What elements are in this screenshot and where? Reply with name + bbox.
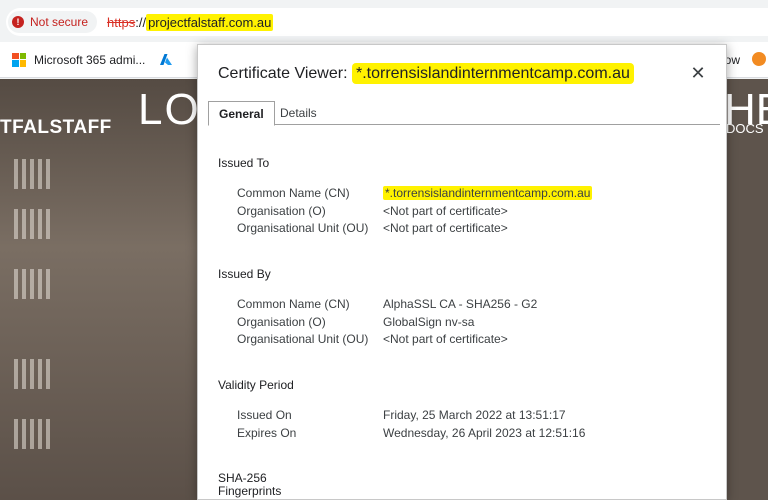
field-key: Issued On bbox=[237, 408, 292, 422]
certificate-viewer-dialog: Certificate Viewer: *.torrensislandinter… bbox=[197, 44, 727, 500]
url-scheme: https bbox=[107, 14, 136, 30]
issued-to-cn-row: Common Name (CN) *.torrensislandinternme… bbox=[237, 186, 707, 203]
omnibox[interactable]: ! Not secure https://projectfalstaff.com… bbox=[6, 8, 768, 36]
tab-general[interactable]: General bbox=[208, 101, 275, 126]
url-text[interactable]: https://projectfalstaff.com.au bbox=[107, 13, 274, 31]
azure-icon[interactable] bbox=[159, 53, 173, 67]
bookmark-label: Microsoft 365 admi... bbox=[34, 52, 146, 67]
microsoft-logo-icon bbox=[12, 52, 26, 67]
security-label: Not secure bbox=[30, 15, 89, 29]
ruins-image bbox=[14, 209, 54, 239]
site-title: LO bbox=[138, 85, 201, 134]
ruins-image bbox=[14, 419, 54, 449]
ruins-image bbox=[14, 159, 54, 189]
issued-by-heading: Issued By bbox=[218, 267, 271, 281]
favicon-icon[interactable] bbox=[752, 52, 766, 66]
issued-by-cn-row: Common Name (CN) AlphaSSL CA - SHA256 - … bbox=[237, 297, 707, 314]
dialog-title-cn: *.torrensislandinternmentcamp.com.au bbox=[351, 63, 634, 84]
field-value: <Not part of certificate> bbox=[383, 221, 508, 235]
dialog-title-prefix: Certificate Viewer: bbox=[218, 65, 352, 82]
fingerprints-heading-line2: Fingerprints bbox=[218, 484, 282, 498]
security-chip[interactable]: ! Not secure bbox=[8, 11, 98, 33]
expires-on-row: Expires On Wednesday, 26 April 2023 at 1… bbox=[237, 426, 707, 443]
address-bar: ! Not secure https://projectfalstaff.com… bbox=[0, 0, 768, 42]
issued-by-ou-row: Organisational Unit (OU) <Not part of ce… bbox=[237, 332, 707, 349]
field-key: Organisation (O) bbox=[237, 315, 326, 329]
field-value: Friday, 25 March 2022 at 13:51:17 bbox=[383, 408, 566, 422]
field-key: Organisation (O) bbox=[237, 204, 326, 218]
issued-to-ou-row: Organisational Unit (OU) <Not part of ce… bbox=[237, 221, 707, 238]
issued-by-o-row: Organisation (O) GlobalSign nv-sa bbox=[237, 315, 707, 332]
site-brand[interactable]: TFALSTAFF bbox=[0, 117, 112, 139]
field-value: AlphaSSL CA - SHA256 - G2 bbox=[383, 297, 538, 311]
field-key: Organisational Unit (OU) bbox=[237, 332, 369, 346]
field-value: Wednesday, 26 April 2023 at 12:51:16 bbox=[383, 426, 586, 440]
ruins-image bbox=[14, 269, 54, 299]
tab-strip: General Details bbox=[208, 101, 720, 126]
tab-details[interactable]: Details bbox=[270, 101, 327, 126]
dialog-title: Certificate Viewer: *.torrensislandinter… bbox=[218, 63, 634, 84]
warning-icon: ! bbox=[12, 16, 24, 28]
issued-on-row: Issued On Friday, 25 March 2022 at 13:51… bbox=[237, 408, 707, 425]
url-host: projectfalstaff.com.au bbox=[146, 13, 274, 31]
bookmark-microsoft-365[interactable]: Microsoft 365 admi... bbox=[12, 52, 146, 67]
ruins-image bbox=[14, 359, 54, 389]
field-value: <Not part of certificate> bbox=[383, 332, 508, 346]
url-separator: :// bbox=[135, 14, 147, 30]
issued-to-heading: Issued To bbox=[218, 156, 270, 170]
field-key: Expires On bbox=[237, 426, 297, 440]
field-key: Common Name (CN) bbox=[237, 186, 350, 200]
site-docs-link[interactable]: DOCS bbox=[726, 121, 764, 136]
field-value: *.torrensislandinternmentcamp.com.au bbox=[383, 186, 593, 200]
site-right-panel bbox=[726, 79, 768, 500]
close-icon[interactable]: ✕ bbox=[688, 63, 708, 83]
fingerprints-heading-line1: SHA-256 bbox=[218, 471, 267, 485]
issued-to-o-row: Organisation (O) <Not part of certificat… bbox=[237, 204, 707, 221]
field-key: Organisational Unit (OU) bbox=[237, 221, 369, 235]
field-key: Common Name (CN) bbox=[237, 297, 350, 311]
field-value: GlobalSign nv-sa bbox=[383, 315, 475, 329]
validity-heading: Validity Period bbox=[218, 378, 294, 392]
field-value: <Not part of certificate> bbox=[383, 204, 508, 218]
